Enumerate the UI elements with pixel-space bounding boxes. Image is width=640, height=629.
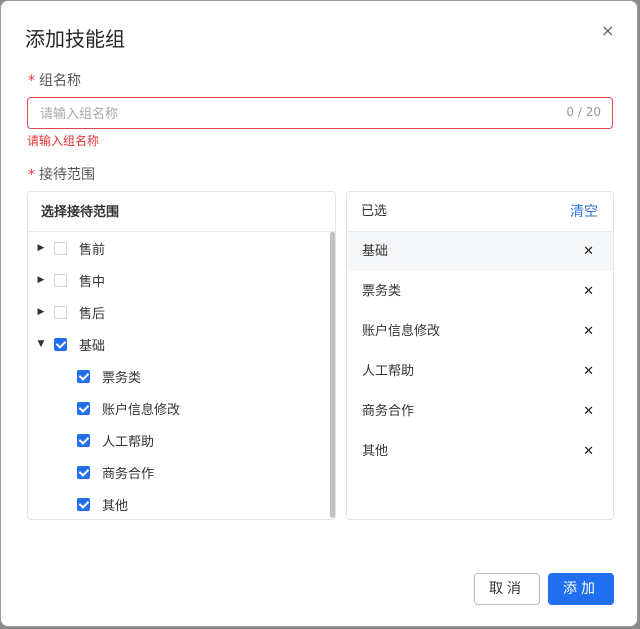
tree-node-account-info[interactable]: 账户信息修改	[77, 398, 180, 418]
remove-icon[interactable]: ✕	[583, 352, 594, 391]
expand-arrow-icon[interactable]: ▶	[37, 307, 45, 317]
tree-node-aftersale[interactable]: ▶ 售后	[37, 302, 105, 322]
selected-item: 其他 ✕	[348, 432, 613, 471]
remove-icon[interactable]: ✕	[583, 392, 594, 431]
collapse-arrow-icon[interactable]: ▼	[37, 339, 45, 349]
tree-node-manual-help[interactable]: 人工帮助	[77, 430, 154, 450]
scope-label: * 接待范围	[28, 167, 95, 183]
expand-arrow-icon[interactable]: ▶	[37, 275, 45, 285]
selected-item: 商务合作 ✕	[348, 392, 613, 431]
checkbox-checked[interactable]	[54, 337, 67, 351]
remove-icon[interactable]: ✕	[583, 432, 594, 471]
checkbox-checked[interactable]	[77, 401, 90, 415]
selected-item: 基础 ✕	[348, 232, 613, 271]
remove-icon[interactable]: ✕	[583, 232, 594, 271]
checkbox[interactable]	[54, 241, 67, 255]
char-counter: 0 / 20	[566, 105, 601, 119]
remove-icon[interactable]: ✕	[583, 272, 594, 311]
group-name-field[interactable]: 0 / 20	[27, 97, 613, 130]
group-name-label: * 组名称	[28, 73, 81, 89]
clear-button[interactable]: 清空	[570, 192, 598, 232]
selected-panel: 已选 清空 基础 ✕ 票务类 ✕ 账户信息修改 ✕ 人工帮助 ✕ 商务合作 ✕ …	[346, 191, 614, 520]
cancel-button[interactable]: 取消	[474, 573, 540, 605]
add-button[interactable]: 添加	[548, 573, 614, 605]
add-skill-group-dialog: 添加技能组 × *组名称 0 / 20 请输入组名称 *接待范围 选择接待范围 …	[0, 0, 638, 627]
checkbox[interactable]	[54, 273, 67, 287]
required-mark: *	[28, 167, 35, 183]
checkbox-checked[interactable]	[77, 465, 90, 479]
tree-node-basic[interactable]: ▼ 基础	[37, 334, 105, 354]
group-name-input[interactable]	[38, 98, 542, 130]
dialog-title: 添加技能组	[25, 27, 125, 51]
expand-arrow-icon[interactable]: ▶	[37, 243, 45, 253]
tree-scrollbar[interactable]	[330, 232, 335, 518]
remove-icon[interactable]: ✕	[583, 312, 594, 351]
tree-node-other[interactable]: 其他	[77, 494, 128, 514]
selected-item: 票务类 ✕	[348, 272, 613, 311]
tree-node-business[interactable]: 商务合作	[77, 462, 154, 482]
group-name-error: 请输入组名称	[27, 134, 100, 148]
selected-panel-header: 已选 清空	[347, 192, 613, 232]
checkbox-checked[interactable]	[77, 497, 90, 511]
checkbox-checked[interactable]	[77, 433, 90, 447]
tree-node-presale[interactable]: ▶ 售前	[37, 238, 105, 258]
selected-item: 人工帮助 ✕	[348, 352, 613, 391]
scope-tree-panel: 选择接待范围 ▶ 售前 ▶ 售中 ▶ 售后 ▼ 基础 票务类 账户信息修改 人工…	[27, 191, 336, 520]
tree-panel-header: 选择接待范围	[28, 192, 335, 232]
tree-node-insale[interactable]: ▶ 售中	[37, 270, 105, 290]
checkbox-checked[interactable]	[77, 369, 90, 383]
close-icon[interactable]: ×	[601, 23, 614, 39]
selected-item: 账户信息修改 ✕	[348, 312, 613, 351]
checkbox[interactable]	[54, 305, 67, 319]
required-mark: *	[28, 73, 35, 89]
tree-node-ticketing[interactable]: 票务类	[77, 366, 141, 386]
